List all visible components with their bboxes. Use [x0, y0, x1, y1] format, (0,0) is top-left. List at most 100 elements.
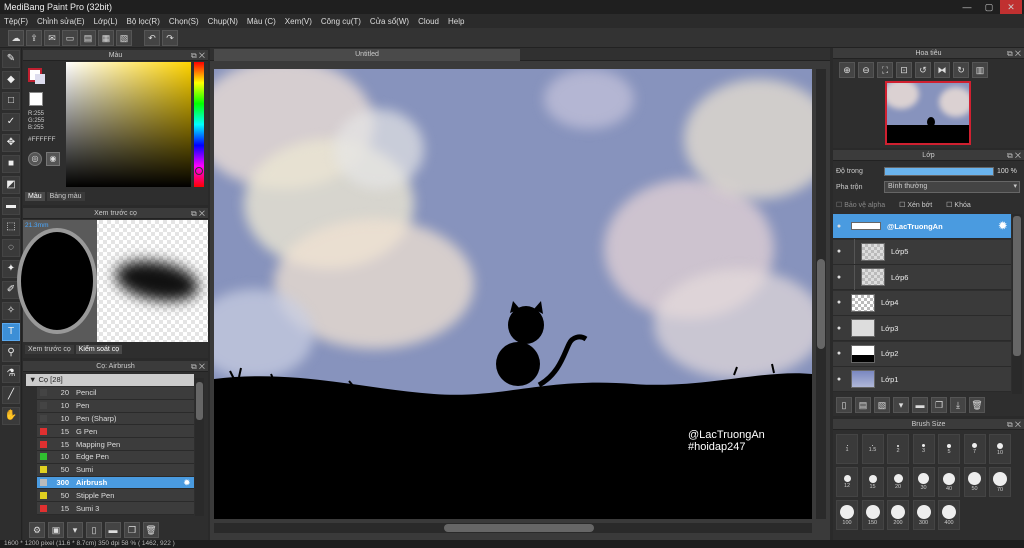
layer-visibility-icon[interactable]: ●: [833, 274, 845, 281]
layer-visibility-icon[interactable]: ●: [833, 325, 845, 332]
brush-size-option[interactable]: 300: [912, 500, 935, 530]
zoom-out-icon[interactable]: ⊖: [858, 62, 874, 78]
copy-brush-icon[interactable]: ❐: [124, 521, 140, 538]
brush-size-option[interactable]: 2: [887, 434, 909, 464]
layer-visibility-icon[interactable]: ●: [833, 248, 845, 255]
tab-color[interactable]: Màu: [25, 192, 45, 201]
cloud-icon[interactable]: ☁: [8, 29, 24, 46]
brush-size-option[interactable]: 12: [836, 467, 858, 497]
menu-select[interactable]: Chọn(S): [169, 17, 199, 26]
vertical-scrollbar[interactable]: [816, 69, 826, 519]
saturation-value-picker[interactable]: [66, 62, 191, 187]
flip-icon[interactable]: ⧓: [934, 62, 950, 78]
layer-row[interactable]: ● Lớp1: [833, 367, 1011, 392]
background-color-swatch[interactable]: [35, 74, 45, 84]
brush-size-option[interactable]: 20: [887, 467, 909, 497]
brush-size-option[interactable]: 7: [963, 434, 986, 464]
layer-visibility-icon[interactable]: ●: [833, 299, 845, 306]
fit-icon[interactable]: ⛶: [877, 62, 893, 78]
menu-file[interactable]: Tệp(F): [4, 17, 28, 26]
brush-size-option[interactable]: 100: [836, 500, 858, 530]
gear-icon[interactable]: ✹: [184, 478, 190, 487]
menu-edit[interactable]: Chỉnh sửa(E): [37, 17, 85, 26]
add-brush-icon[interactable]: ▣: [48, 521, 64, 538]
layer-folder-icon[interactable]: ▬: [912, 397, 928, 413]
brush-size-option[interactable]: 3: [912, 434, 935, 464]
brush-size-option[interactable]: 50: [963, 467, 986, 497]
menu-tools[interactable]: Công cụ(T): [321, 17, 361, 26]
tab-brush-control[interactable]: Kiểm soát cọ: [75, 345, 123, 354]
panel-close-icon[interactable]: ⧉ ✕: [191, 50, 205, 61]
new-1bit-layer-icon[interactable]: ▧: [874, 397, 890, 413]
brush-size-option[interactable]: 400: [938, 500, 960, 530]
brush-size-option[interactable]: 70: [989, 467, 1011, 497]
brush-dropdown-icon[interactable]: ▾: [67, 521, 83, 538]
layer-row[interactable]: ● @LacTruongAn ✹: [833, 214, 1011, 239]
select-eraser-tool-icon[interactable]: ✧: [2, 302, 20, 320]
brush-size-option[interactable]: 5: [938, 434, 960, 464]
horizontal-scrollbar[interactable]: [214, 523, 812, 533]
brush-item[interactable]: 50 Sumi: [37, 463, 194, 477]
book-icon[interactable]: ▤: [80, 29, 96, 46]
tab-brush-preview[interactable]: Xem trước cọ: [25, 345, 74, 354]
zoom-in-icon[interactable]: ⊕: [839, 62, 855, 78]
upload-icon[interactable]: ⇪: [26, 29, 42, 46]
eyedropper-tool-icon[interactable]: ⚗: [2, 365, 20, 383]
brush-item[interactable]: 10 Edge Pen: [37, 450, 194, 464]
brush-item[interactable]: 10 Pen (Sharp): [37, 412, 194, 426]
layer-row[interactable]: ● Lớp5: [833, 239, 1011, 265]
layer-add-menu-icon[interactable]: ▾: [893, 397, 909, 413]
panel-close-icon[interactable]: ⧉ ✕: [1007, 48, 1021, 59]
gradient-tool-icon[interactable]: ▬: [2, 197, 20, 215]
brush-size-option[interactable]: 150: [861, 500, 884, 530]
brush-size-option[interactable]: 15: [861, 467, 884, 497]
brush-size-option[interactable]: 30: [912, 467, 935, 497]
actual-size-icon[interactable]: ⊡: [896, 62, 912, 78]
layer-list-scroll-thumb[interactable]: [1013, 216, 1021, 356]
undo-icon[interactable]: ↶: [144, 29, 160, 46]
brush-item[interactable]: 300 Airbrush ✹: [37, 476, 194, 490]
menu-snap[interactable]: Chụp(N): [208, 17, 238, 26]
panel-close-icon[interactable]: ⧉ ✕: [1007, 150, 1021, 161]
brush-item[interactable]: 15 Sumi 3: [37, 502, 194, 515]
layer-list-scrollbar[interactable]: [1012, 214, 1022, 394]
brush-item[interactable]: 10 Pen: [37, 399, 194, 413]
dropper-tool-icon[interactable]: ╱: [2, 386, 20, 404]
brush-group-header[interactable]: ▼ Cọ [28]: [26, 374, 194, 386]
fill-rect-tool-icon[interactable]: ■: [2, 155, 20, 173]
artboard[interactable]: @LacTruongAn #hoidap247: [214, 69, 812, 519]
gear-icon[interactable]: ✹: [999, 221, 1007, 232]
layout-icon[interactable]: ▧: [116, 29, 132, 46]
select-rect-tool-icon[interactable]: □: [2, 92, 20, 110]
duplicate-layer-icon[interactable]: ❐: [931, 397, 947, 413]
brush-list-scrollbar[interactable]: [195, 378, 204, 516]
redo-icon[interactable]: ↷: [162, 29, 178, 46]
minimize-button[interactable]: —: [956, 0, 978, 14]
move-tool-icon[interactable]: ✥: [2, 134, 20, 152]
brush-size-option[interactable]: 40: [938, 467, 960, 497]
brush-item[interactable]: 15 Mapping Pen: [37, 438, 194, 451]
merge-layer-icon[interactable]: ⤓: [950, 397, 966, 413]
menu-filter[interactable]: Bộ lọc(R): [127, 17, 160, 26]
layer-row[interactable]: ● Lớp4: [833, 290, 1011, 316]
layer-visibility-icon[interactable]: ●: [833, 350, 845, 357]
reset-view-icon[interactable]: ▥: [972, 62, 988, 78]
layer-row[interactable]: ● Lớp3: [833, 316, 1011, 341]
bucket-tool-icon[interactable]: ◩: [2, 176, 20, 194]
panel-close-icon[interactable]: ⧉ ✕: [191, 361, 205, 372]
menu-window[interactable]: Cửa sổ(W): [370, 17, 409, 26]
new-brush-icon[interactable]: ▯: [86, 521, 102, 538]
menu-color[interactable]: Màu (C): [247, 17, 276, 26]
opacity-slider[interactable]: [884, 167, 994, 176]
lock-checkbox[interactable]: ☐ Khóa: [946, 201, 971, 209]
navigator-thumbnail[interactable]: [885, 81, 971, 145]
lasso-tool-icon[interactable]: ◌: [2, 239, 20, 257]
color-picker-icon[interactable]: ◉: [46, 152, 60, 166]
menu-cloud[interactable]: Cloud: [418, 17, 439, 26]
hand-tool-icon[interactable]: ✋: [2, 407, 20, 425]
menu-view[interactable]: Xem(V): [285, 17, 312, 26]
trash-icon[interactable]: 🗑: [143, 521, 159, 538]
color-wheel-icon[interactable]: ◎: [28, 152, 42, 166]
tab-palette[interactable]: Bảng màu: [46, 192, 85, 201]
rotate-left-icon[interactable]: ↺: [915, 62, 931, 78]
